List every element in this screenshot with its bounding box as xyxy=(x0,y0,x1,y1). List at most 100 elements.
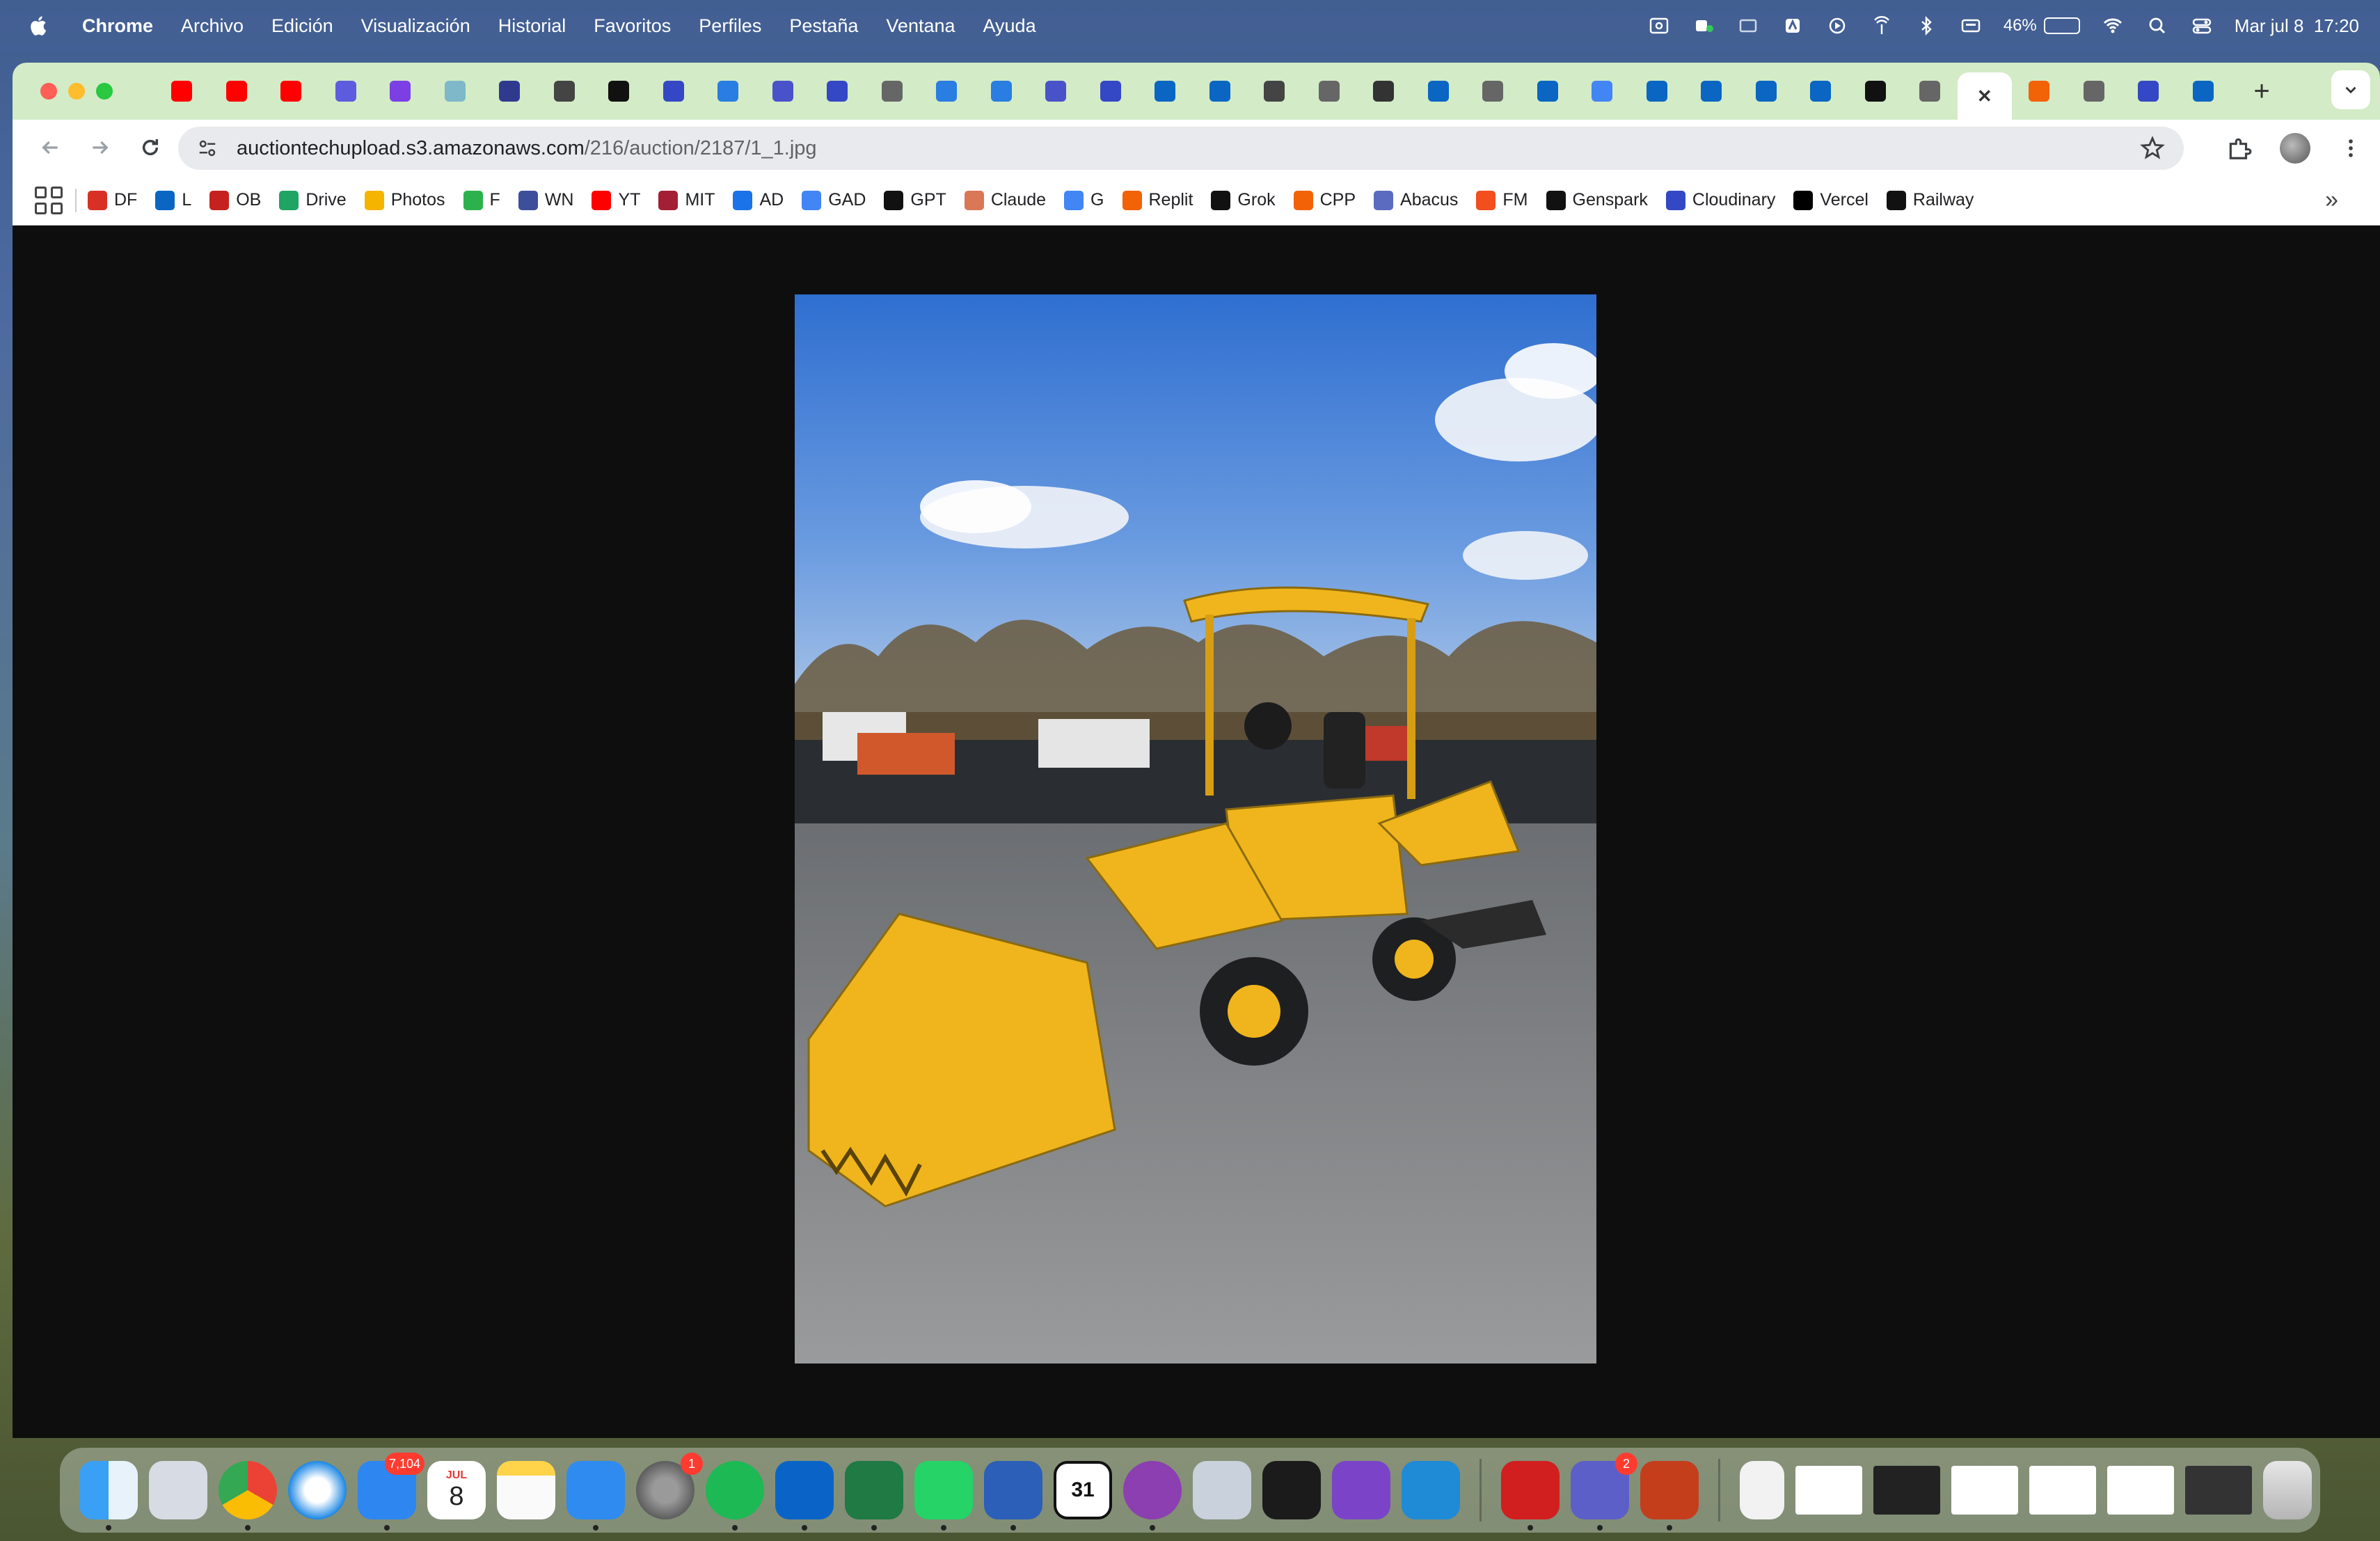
keyboard-status-icon[interactable] xyxy=(1959,16,1983,35)
window-thumbnail[interactable] xyxy=(2107,1466,2174,1515)
bookmark-wn[interactable]: WN xyxy=(518,190,573,210)
bookmark-fm[interactable]: FM xyxy=(1476,190,1528,210)
active-app-name[interactable]: Chrome xyxy=(82,15,153,37)
browser-tab[interactable] xyxy=(2176,70,2231,112)
spotlight-search-icon[interactable] xyxy=(2145,16,2169,35)
browser-tab[interactable] xyxy=(1630,70,1685,112)
finder-icon[interactable] xyxy=(79,1461,138,1531)
browser-tab[interactable] xyxy=(1575,70,1630,112)
menu-ventana[interactable]: Ventana xyxy=(886,15,955,37)
window-thumbnail[interactable] xyxy=(2029,1466,2096,1515)
loader-backhoe-photo[interactable] xyxy=(795,294,1596,1364)
battery-indicator[interactable]: 46% xyxy=(2004,16,2080,35)
browser-tab[interactable] xyxy=(1684,70,1739,112)
bookmark-railway[interactable]: Railway xyxy=(1886,190,1974,210)
browser-tab[interactable] xyxy=(810,70,865,112)
browser-tab[interactable] xyxy=(2121,70,2176,112)
browser-tab[interactable] xyxy=(537,70,592,112)
extensions-puzzle-icon[interactable] xyxy=(2224,133,2255,164)
close-window-button[interactable] xyxy=(40,83,57,100)
bookmark-l[interactable]: L xyxy=(155,190,191,210)
address-bar[interactable]: auctiontechupload.s3.amazonaws.com/216/a… xyxy=(178,127,2184,170)
apps-grid-icon[interactable] xyxy=(35,186,63,214)
reload-button[interactable] xyxy=(129,127,171,168)
site-info-icon[interactable] xyxy=(193,134,221,162)
chrome-menu-icon[interactable] xyxy=(2335,133,2366,164)
teams-icon[interactable]: 2 xyxy=(1571,1453,1637,1531)
browser-tab[interactable] xyxy=(919,70,974,112)
bookmark-gpt[interactable]: GPT xyxy=(884,190,946,210)
back-button[interactable] xyxy=(29,127,71,168)
outlook-icon[interactable] xyxy=(775,1461,834,1531)
cast-status-icon[interactable] xyxy=(1736,16,1760,35)
system-settings-icon[interactable]: 1 xyxy=(636,1453,703,1519)
browser-tab[interactable] xyxy=(1302,70,1357,112)
bookmark-df[interactable]: DF xyxy=(88,190,137,210)
window-thumbnail[interactable] xyxy=(1873,1466,1940,1515)
wifi-icon[interactable] xyxy=(2101,16,2125,35)
bookmark-gad[interactable]: GAD xyxy=(802,190,866,210)
window-thumbnail[interactable] xyxy=(1795,1466,1862,1515)
menu-pestana[interactable]: Pestaña xyxy=(789,15,858,37)
menu-perfiles[interactable]: Perfiles xyxy=(699,15,761,37)
control-center-icon[interactable] xyxy=(2190,16,2214,35)
bookmark-ad[interactable]: AD xyxy=(733,190,784,210)
bookmark-replit[interactable]: Replit xyxy=(1122,190,1193,210)
browser-tab[interactable] xyxy=(865,70,920,112)
menu-ayuda[interactable]: Ayuda xyxy=(983,15,1036,37)
app-status-icon[interactable] xyxy=(1781,16,1804,35)
browser-tab[interactable] xyxy=(1903,70,1958,112)
bookmark-cpp[interactable]: CPP xyxy=(1293,190,1356,210)
menu-favoritos[interactable]: Favoritos xyxy=(594,15,671,37)
bookmark-grok[interactable]: Grok xyxy=(1211,190,1276,210)
bookmark-yt[interactable]: YT xyxy=(592,190,640,210)
new-tab-button[interactable]: + xyxy=(2237,76,2286,107)
calendar-icon[interactable]: JUL 8 xyxy=(427,1461,486,1519)
browser-tab[interactable] xyxy=(2012,70,2067,112)
menu-visualizacion[interactable]: Visualización xyxy=(361,15,470,37)
browser-tab[interactable] xyxy=(1466,70,1521,112)
acrobat-icon[interactable] xyxy=(1501,1461,1560,1531)
window-thumbnail[interactable] xyxy=(1951,1466,2018,1515)
browser-tab[interactable] xyxy=(756,70,811,112)
vscode-icon[interactable] xyxy=(1402,1461,1460,1519)
browser-tab[interactable] xyxy=(264,70,319,112)
url-text[interactable]: auctiontechupload.s3.amazonaws.com/216/a… xyxy=(237,137,817,160)
bluetooth-icon[interactable] xyxy=(1914,16,1938,35)
profile-avatar[interactable] xyxy=(2280,133,2310,164)
bookmark-mit[interactable]: MIT xyxy=(658,190,715,210)
browser-tab[interactable] xyxy=(1848,70,1903,112)
browser-tab[interactable] xyxy=(428,70,483,112)
browser-tab[interactable] xyxy=(974,70,1029,112)
browser-tab[interactable] xyxy=(1356,70,1411,112)
zoom-window-button[interactable] xyxy=(96,83,113,100)
close-icon[interactable]: ✕ xyxy=(1974,86,1995,106)
bookmark-drive[interactable]: Drive xyxy=(279,190,347,210)
bookmark-photos[interactable]: Photos xyxy=(364,190,445,210)
browser-tab[interactable] xyxy=(1138,70,1193,112)
tab-search-button[interactable] xyxy=(2331,70,2370,109)
minimize-window-button[interactable] xyxy=(68,83,85,100)
launchpad-icon[interactable] xyxy=(149,1461,207,1519)
browser-tab[interactable] xyxy=(1739,70,1794,112)
pdf-file-icon[interactable] xyxy=(1740,1461,1784,1519)
bookmark-star-icon[interactable] xyxy=(2139,135,2166,161)
github-icon[interactable] xyxy=(1332,1461,1390,1519)
teams-status-icon[interactable] xyxy=(1692,16,1715,35)
circle-app-icon[interactable] xyxy=(1123,1461,1182,1531)
browser-tab[interactable] xyxy=(1793,70,1848,112)
word-icon[interactable] xyxy=(984,1461,1042,1531)
browser-tab[interactable] xyxy=(1084,70,1139,112)
browser-tab[interactable] xyxy=(646,70,701,112)
browser-tab[interactable] xyxy=(482,70,537,112)
whatsapp-icon[interactable] xyxy=(914,1461,973,1531)
bookmark-f[interactable]: F xyxy=(463,190,500,210)
bookmark-claude[interactable]: Claude xyxy=(964,190,1046,210)
forward-button[interactable] xyxy=(79,127,121,168)
airdrop-status-icon[interactable] xyxy=(1870,16,1894,35)
replit-icon[interactable] xyxy=(1262,1461,1321,1519)
browser-tab[interactable] xyxy=(701,70,756,112)
safari-icon[interactable] xyxy=(288,1461,347,1519)
browser-tab[interactable] xyxy=(1193,70,1248,112)
browser-tab[interactable] xyxy=(373,70,428,112)
